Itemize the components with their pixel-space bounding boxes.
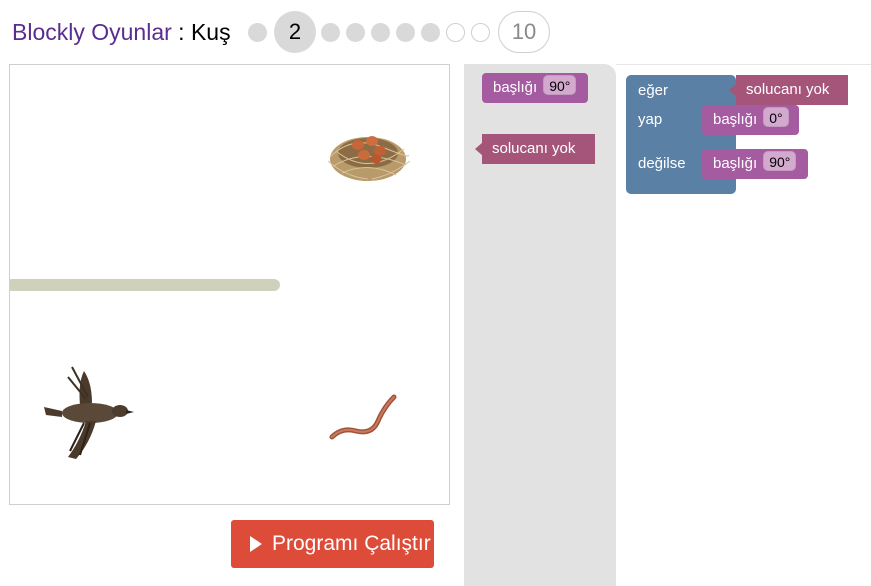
output-connector <box>475 142 483 156</box>
level-8-dot[interactable] <box>446 23 465 42</box>
level-1-dot[interactable] <box>248 23 267 42</box>
title-separator: : <box>171 19 191 45</box>
game-name: Kuş <box>190 19 231 45</box>
current-level-indicator: 2 <box>274 11 316 53</box>
if-label: eğer <box>638 82 669 99</box>
workspace-no-worm-block[interactable]: solucanı yok <box>729 75 848 105</box>
level-5-dot[interactable] <box>371 23 390 42</box>
do-label: yap <box>638 111 663 128</box>
else-heading-block[interactable]: başlığı 90° <box>702 149 808 179</box>
do-heading-angle-field[interactable]: 0° <box>763 107 789 127</box>
run-program-button[interactable]: Programı Çalıştır <box>231 520 434 568</box>
else-label: değilse <box>638 155 686 172</box>
last-level-button[interactable]: 10 <box>498 11 550 53</box>
page-title: Blockly Oyunlar : Kuş <box>12 18 231 46</box>
heading-block-label: başlığı <box>493 79 538 96</box>
toolbox-no-worm-block[interactable]: solucanı yok <box>475 134 595 164</box>
bird-icon <box>44 366 134 459</box>
level-4-dot[interactable] <box>346 23 365 42</box>
output-connector <box>729 83 737 97</box>
nest-icon <box>327 136 411 181</box>
play-icon <box>250 536 262 552</box>
workspace-condition-label: solucanı yok <box>746 81 830 98</box>
game-stage <box>9 64 450 505</box>
do-heading-label: başlığı <box>713 111 758 128</box>
level-6-dot[interactable] <box>396 23 415 42</box>
run-program-label: Programı Çalıştır <box>272 532 431 555</box>
level-9-dot[interactable] <box>471 23 490 42</box>
do-heading-block[interactable]: başlığı 0° <box>702 105 799 135</box>
worm-icon <box>329 394 397 440</box>
no-worm-block-label: solucanı yok <box>492 140 576 157</box>
level-3-dot[interactable] <box>321 23 340 42</box>
level-7-dot[interactable] <box>421 23 440 42</box>
else-heading-label: başlığı <box>713 155 758 172</box>
app-title-link[interactable]: Blockly Oyunlar <box>12 19 172 45</box>
toolbox-heading-block[interactable]: başlığı 90° <box>482 73 588 103</box>
heading-angle-field[interactable]: 90° <box>543 75 577 95</box>
else-heading-angle-field[interactable]: 90° <box>763 151 797 171</box>
wall-barrier <box>10 279 280 291</box>
